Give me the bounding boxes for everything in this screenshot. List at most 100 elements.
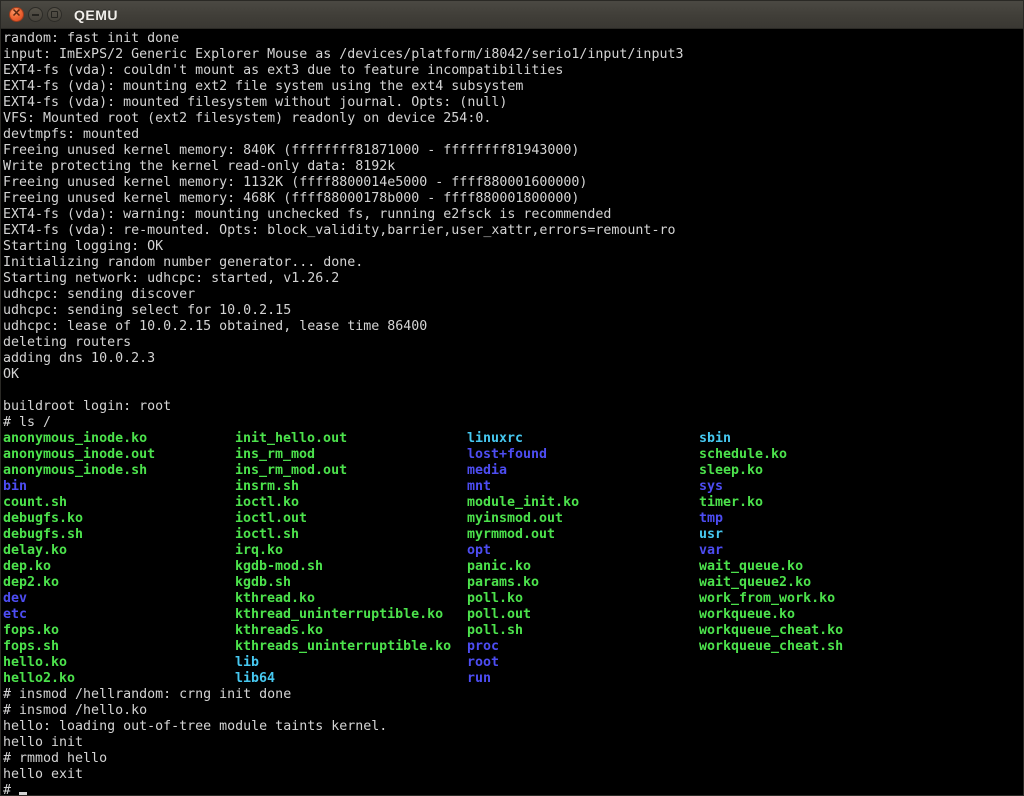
file-entry: timer.ko <box>699 495 763 511</box>
terminal-line: EXT4-fs (vda): mounted filesystem withou… <box>3 95 1023 111</box>
listing-row: etc kthread_uninterruptible.ko poll.out wor… <box>3 607 1023 623</box>
file-entry: kthreads_uninterruptible.ko <box>235 639 451 655</box>
close-button[interactable]: ✕ <box>9 7 24 22</box>
titlebar[interactable]: ✕ QEMU <box>1 1 1023 29</box>
dir-entry: sys <box>699 479 723 495</box>
file-entry: poll.sh <box>467 623 523 639</box>
file-entry: kgdb.sh <box>235 575 291 591</box>
terminal-line: Starting logging: OK <box>3 239 1023 255</box>
file-entry: dep.ko <box>3 559 51 575</box>
file-entry: myrmmod.out <box>467 527 555 543</box>
window-title: QEMU <box>74 1 118 29</box>
file-listing: anonymous_inode.ko init_hello.out linuxrc s… <box>3 431 1023 687</box>
file-entry: workqueue_cheat.ko <box>699 623 843 639</box>
file-entry: dep2.ko <box>3 575 59 591</box>
qemu-window: ✕ QEMU random: fast init doneinput: ImEx… <box>0 0 1024 796</box>
listing-row: devkthread.kopoll.kowork_from_work.ko <box>3 591 1023 607</box>
dir-entry: opt <box>467 543 491 559</box>
symlink-entry: lib <box>235 655 259 671</box>
terminal-line: VFS: Mounted root (ext2 filesystem) read… <box>3 111 1023 127</box>
listing-row: anonymous_inode.ko init_hello.out linuxrc s… <box>3 431 1023 447</box>
file-entry: workqueue_cheat.sh <box>699 639 843 655</box>
file-entry: debugfs.ko <box>3 511 83 527</box>
shell-session: # insmod /hellrandom: crng init done# in… <box>3 687 1023 783</box>
file-entry: work_from_work.ko <box>699 591 835 607</box>
terminal-line: EXT4-fs (vda): re-mounted. Opts: block_v… <box>3 223 1023 239</box>
file-entry: ioctl.ko <box>235 495 299 511</box>
file-entry: count.sh <box>3 495 67 511</box>
dir-entry: proc <box>467 639 499 655</box>
terminal-line: Initializing random number generator... … <box>3 255 1023 271</box>
maximize-icon <box>51 11 58 18</box>
file-entry: anonymous_inode.out <box>3 447 155 463</box>
terminal-line: Write protecting the kernel read-only da… <box>3 159 1023 175</box>
listing-row: fops.kokthreads.kopoll.shworkqueue_cheat… <box>3 623 1023 639</box>
dir-entry: bin <box>3 479 27 495</box>
file-entry: kgdb-mod.sh <box>235 559 323 575</box>
file-entry: params.ko <box>467 575 539 591</box>
listing-row: bin insrm.sh mnt sys <box>3 479 1023 495</box>
file-entry: anonymous_inode.sh <box>3 463 147 479</box>
terminal-line: Freeing unused kernel memory: 468K (ffff… <box>3 191 1023 207</box>
minimize-icon <box>32 14 39 16</box>
listing-row: debugfs.shioctl.shmyrmmod.outusr <box>3 527 1023 543</box>
terminal-line: udhcpc: sending select for 10.0.2.15 <box>3 303 1023 319</box>
file-entry: ioctl.out <box>235 511 307 527</box>
file-entry: kthread_uninterruptible.ko <box>235 607 443 623</box>
terminal-line: # ls / <box>3 415 1023 431</box>
file-entry: wait_queue2.ko <box>699 575 811 591</box>
terminal-cursor <box>19 792 27 795</box>
dir-entry: etc <box>3 607 27 623</box>
listing-row: fops.shkthreads_uninterruptible.koprocwo… <box>3 639 1023 655</box>
file-entry: kthreads.ko <box>235 623 323 639</box>
file-entry: ins_rm_mod.out <box>235 463 347 479</box>
file-entry: poll.out <box>467 607 531 623</box>
terminal-line: Freeing unused kernel memory: 1132K (fff… <box>3 175 1023 191</box>
file-entry: panic.ko <box>467 559 531 575</box>
symlink-entry: usr <box>699 527 723 543</box>
file-entry: ioctl.sh <box>235 527 299 543</box>
minimize-button[interactable] <box>28 7 43 22</box>
file-entry: init_hello.out <box>235 431 347 447</box>
terminal-screen[interactable]: random: fast init doneinput: ImExPS/2 Ge… <box>1 29 1023 795</box>
file-entry: wait_queue.ko <box>699 559 803 575</box>
listing-row: delay.koirq.kooptvar <box>3 543 1023 559</box>
listing-row: dep2.ko kgdb.sh params.ko wait_queue2.ko <box>3 575 1023 591</box>
listing-row: hello.ko lib root <box>3 655 1023 671</box>
file-entry: schedule.ko <box>699 447 787 463</box>
terminal-line: hello init <box>3 735 1023 751</box>
file-entry: irq.ko <box>235 543 283 559</box>
terminal-line: # rmmod hello <box>3 751 1023 767</box>
dir-entry: root <box>467 655 499 671</box>
terminal-line <box>3 383 1023 399</box>
listing-row: count.sh ioctl.ko module_init.ko timer.ko <box>3 495 1023 511</box>
symlink-entry: linuxrc <box>467 431 523 447</box>
dir-entry: media <box>467 463 507 479</box>
file-entry: hello.ko <box>3 655 67 671</box>
symlink-entry: sbin <box>699 431 731 447</box>
listing-row: anonymous_inode.sh ins_rm_mod.out media sle… <box>3 463 1023 479</box>
prompt-text: # <box>3 783 19 795</box>
dir-entry: mnt <box>467 479 491 495</box>
dir-entry: tmp <box>699 511 723 527</box>
terminal-line: buildroot login: root <box>3 399 1023 415</box>
boot-log: random: fast init doneinput: ImExPS/2 Ge… <box>3 31 1023 431</box>
dir-entry: var <box>699 543 723 559</box>
file-entry: sleep.ko <box>699 463 763 479</box>
file-entry: kthread.ko <box>235 591 315 607</box>
terminal-line: adding dns 10.0.2.3 <box>3 351 1023 367</box>
symlink-entry: lib64 <box>235 671 275 687</box>
prompt-line: # <box>3 783 1023 795</box>
listing-row: dep.ko kgdb-mod.sh panic.ko wait_queue.ko <box>3 559 1023 575</box>
file-entry: workqueue.ko <box>699 607 795 623</box>
terminal-line: Starting network: udhcpc: started, v1.26… <box>3 271 1023 287</box>
file-entry: insrm.sh <box>235 479 299 495</box>
dir-entry: dev <box>3 591 27 607</box>
file-entry: anonymous_inode.ko <box>3 431 147 447</box>
dir-entry: run <box>467 671 491 687</box>
maximize-button[interactable] <box>47 7 62 22</box>
terminal-line: # insmod /hellrandom: crng init done <box>3 687 1023 703</box>
terminal-line: input: ImExPS/2 Generic Explorer Mouse a… <box>3 47 1023 63</box>
file-entry: module_init.ko <box>467 495 579 511</box>
terminal-line: udhcpc: lease of 10.0.2.15 obtained, lea… <box>3 319 1023 335</box>
